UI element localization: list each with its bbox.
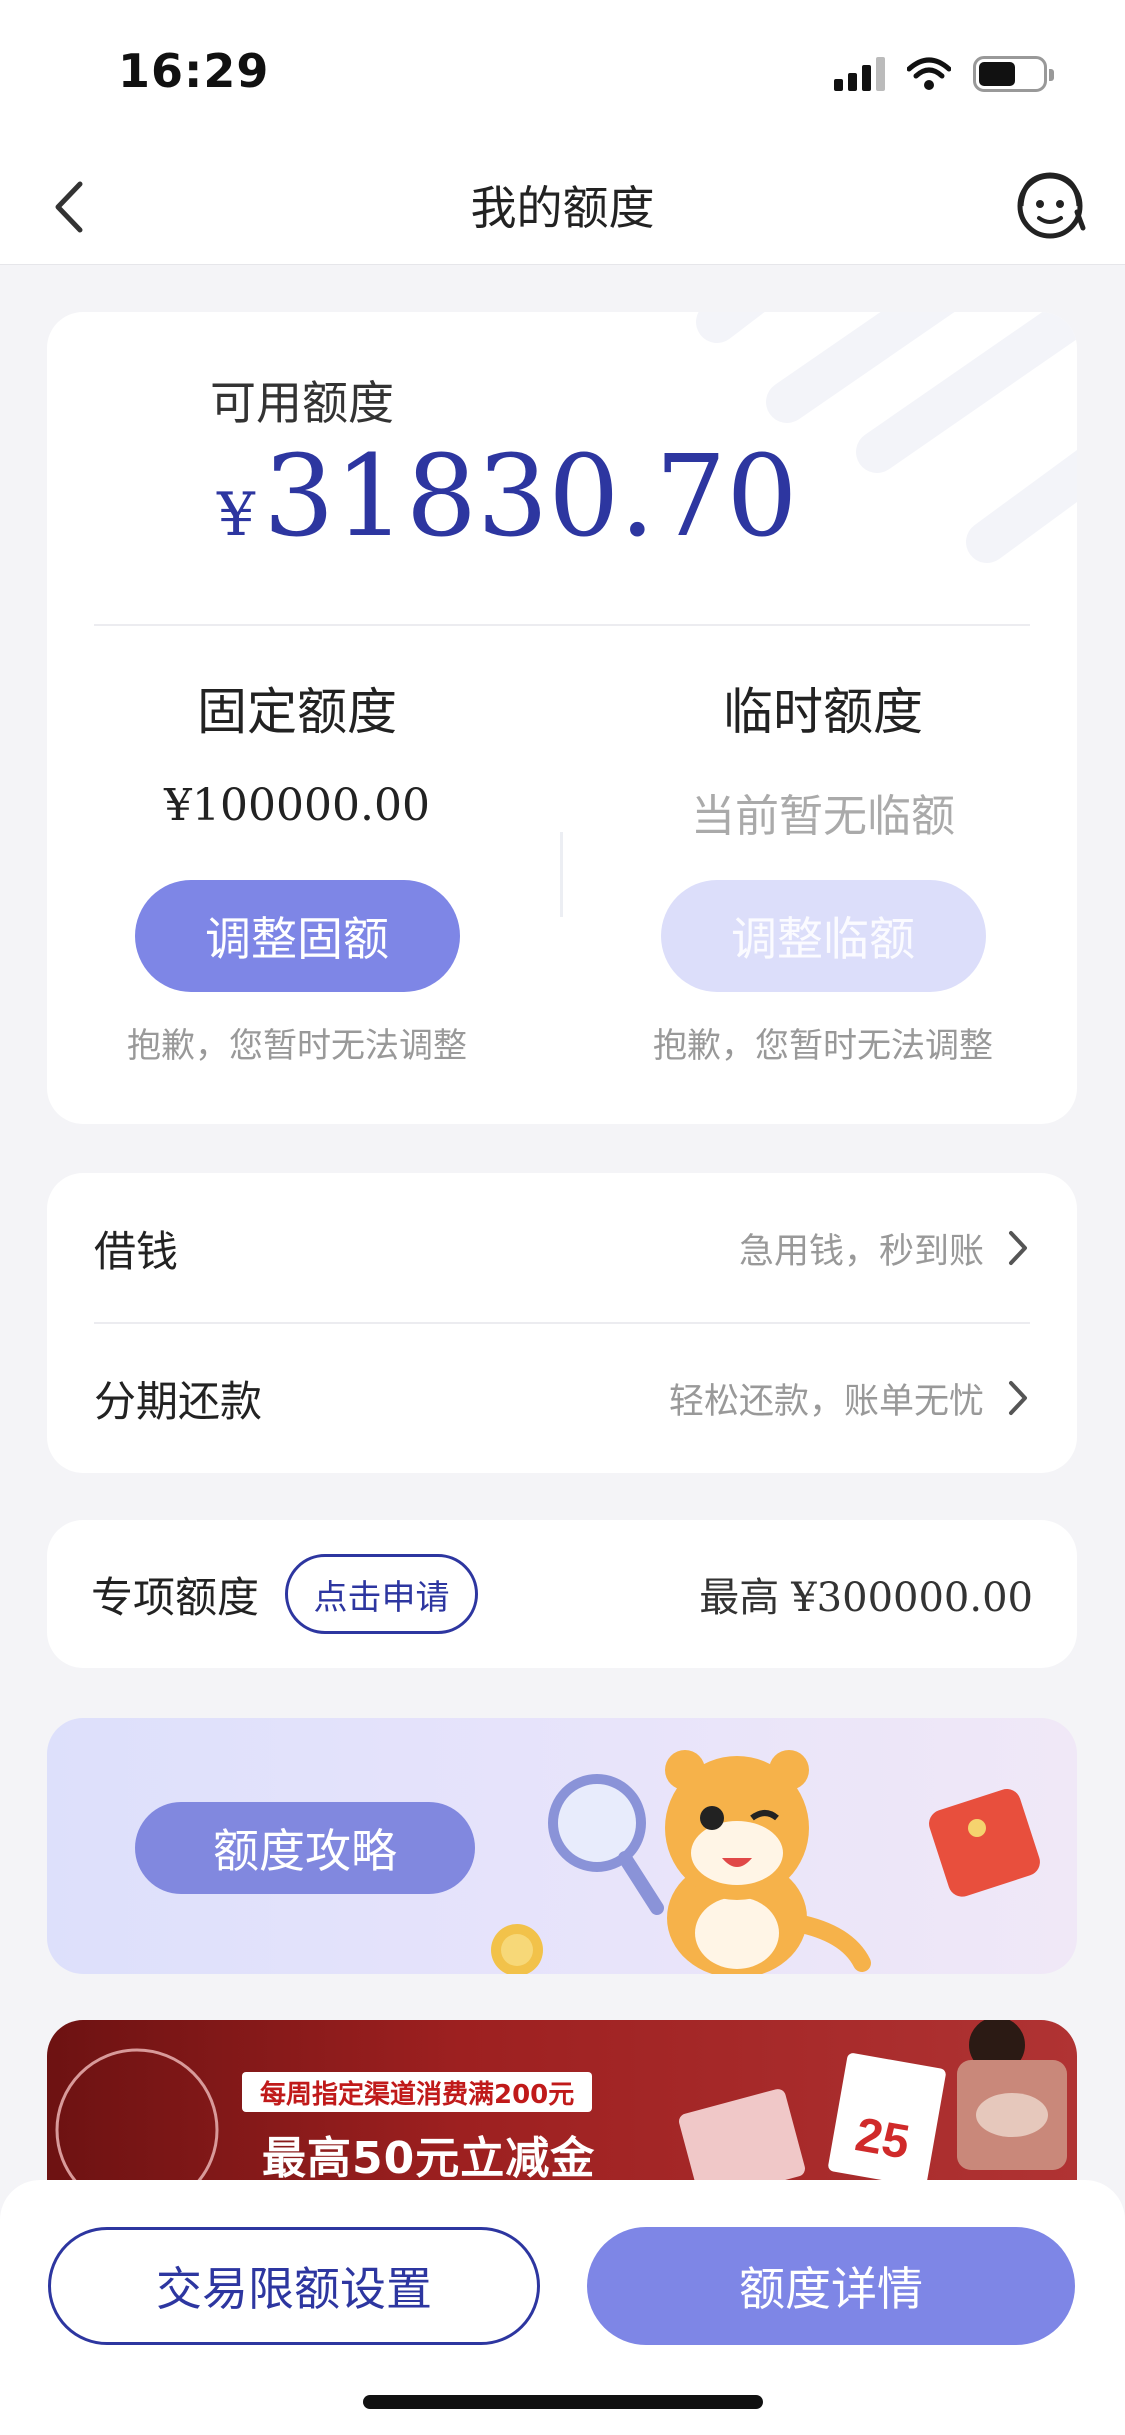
available-amount-value: 31830.70 bbox=[263, 432, 798, 562]
column-separator bbox=[560, 832, 563, 917]
fixed-quota-section: 固定额度 ¥100000.00 调整固额 抱歉，您暂时无法调整 bbox=[87, 672, 507, 1067]
temporary-quota-note: 抱歉，您暂时无法调整 bbox=[653, 1026, 993, 1066]
battery-icon bbox=[973, 56, 1054, 92]
quota-card: 可用额度 ¥ 31830.70 固定额度 ¥100000.00 调整固额 抱歉，… bbox=[47, 312, 1077, 1124]
customer-service-icon[interactable] bbox=[1011, 166, 1089, 244]
chevron-right-icon bbox=[1009, 1231, 1027, 1265]
quota-details-button[interactable]: 额度详情 bbox=[587, 2227, 1075, 2345]
fixed-quota-note: 抱歉，您暂时无法调整 bbox=[127, 1026, 467, 1066]
max-value: ¥300000.00 bbox=[791, 1575, 1033, 1621]
available-quota-amount: ¥ 31830.70 bbox=[217, 432, 798, 562]
fixed-quota-value: ¥100000.00 bbox=[164, 780, 430, 831]
promotion-banner[interactable]: 25 每周指定渠道消费满200元 最高50元立减金 bbox=[47, 2020, 1077, 2180]
max-prefix: 最高 bbox=[699, 1575, 780, 1621]
menu-item-label: 分期还款 bbox=[94, 1376, 263, 1426]
temporary-quota-title: 临时额度 bbox=[723, 683, 923, 741]
fixed-quota-title: 固定额度 bbox=[197, 683, 397, 741]
menu-item-label: 借钱 bbox=[94, 1226, 179, 1276]
menu-item-hint: 轻松还款，账单无忧 bbox=[668, 1381, 984, 1422]
status-icons bbox=[834, 56, 1054, 92]
chevron-right-icon bbox=[1009, 1381, 1027, 1415]
special-quota-card: 专项额度 点击申请 最高 ¥300000.00 bbox=[47, 1520, 1077, 1668]
promotion-tag: 每周指定渠道消费满200元 bbox=[242, 2072, 593, 2112]
adjust-temporary-quota-button[interactable]: 调整临额 bbox=[660, 880, 986, 992]
promotion-headline: 最高50元立减金 bbox=[262, 2133, 596, 2180]
available-quota-label: 可用额度 bbox=[210, 376, 394, 430]
menu-item-borrow[interactable]: 借钱 急用钱，秒到账 bbox=[47, 1173, 1077, 1323]
menu-card: 借钱 急用钱，秒到账 分期还款 轻松还款，账单无忧 bbox=[47, 1173, 1077, 1473]
divider bbox=[94, 624, 1030, 626]
cellular-signal-icon bbox=[834, 57, 885, 91]
menu-item-installment[interactable]: 分期还款 轻松还款，账单无忧 bbox=[47, 1323, 1077, 1473]
apply-button[interactable]: 点击申请 bbox=[285, 1554, 479, 1634]
wifi-icon bbox=[907, 57, 951, 90]
adjust-fixed-quota-button[interactable]: 调整固额 bbox=[134, 880, 460, 992]
currency-symbol: ¥ bbox=[217, 480, 256, 550]
special-quota-max: 最高 ¥300000.00 bbox=[699, 1565, 1033, 1623]
svg-text:25: 25 bbox=[851, 2108, 913, 2169]
status-time: 16:29 bbox=[118, 44, 270, 98]
transaction-limit-settings-button[interactable]: 交易限额设置 bbox=[48, 2227, 540, 2345]
temporary-quota-section: 临时额度 当前暂无临额 调整临额 抱歉，您暂时无法调整 bbox=[613, 672, 1033, 1067]
menu-item-hint: 急用钱，秒到账 bbox=[738, 1231, 984, 1272]
home-indicator[interactable] bbox=[363, 2395, 763, 2409]
quota-guide-button[interactable]: 额度攻略 bbox=[135, 1802, 475, 1894]
special-quota-label: 专项额度 bbox=[91, 1572, 260, 1622]
navigation-bar: 我的额度 bbox=[0, 150, 1125, 265]
status-bar: 16:29 bbox=[0, 0, 1125, 150]
temporary-quota-value: 当前暂无临额 bbox=[691, 791, 955, 842]
quota-guide-banner[interactable]: 额度攻略 bbox=[47, 1718, 1077, 1974]
page-title: 我的额度 bbox=[470, 181, 655, 235]
